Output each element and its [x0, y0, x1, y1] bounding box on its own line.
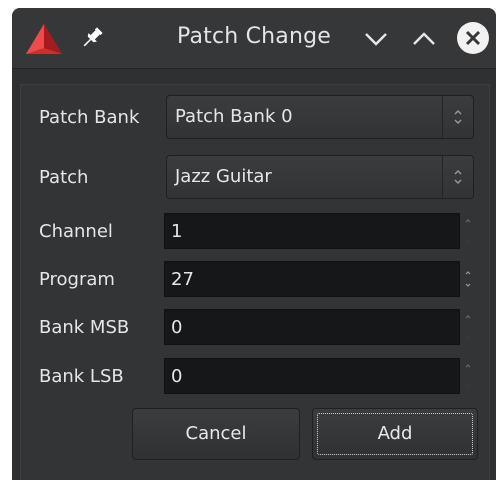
cancel-button[interactable]: Cancel [132, 408, 300, 460]
channel-label: Channel [39, 221, 113, 242]
title-bar[interactable]: Patch Change [12, 8, 496, 69]
channel-spin-arrows-icon[interactable] [462, 213, 474, 249]
program-spinbox[interactable]: 27 [164, 261, 460, 297]
bank-lsb-spin-arrows-icon[interactable] [462, 358, 474, 394]
add-button[interactable]: Add [312, 408, 478, 460]
focus-ring [317, 413, 473, 455]
cancel-button-label: Cancel [185, 423, 247, 444]
patch-select[interactable]: Jazz Guitar [166, 155, 474, 199]
bank-msb-label: Bank MSB [39, 317, 130, 338]
bank-lsb-value: 0 [171, 366, 183, 387]
channel-value: 1 [171, 221, 183, 242]
updown-chevron-icon [442, 156, 462, 198]
minimize-chevron-down-icon[interactable] [360, 23, 392, 55]
program-label: Program [39, 269, 115, 290]
bank-lsb-label: Bank LSB [39, 366, 124, 387]
patch-label: Patch [39, 167, 89, 188]
updown-chevron-icon [442, 96, 462, 138]
channel-spinbox[interactable]: 1 [164, 213, 460, 249]
program-spin-arrows-icon[interactable] [462, 261, 474, 297]
close-icon[interactable] [456, 21, 490, 55]
patch-bank-value: Patch Bank 0 [175, 106, 293, 127]
program-value: 27 [171, 269, 194, 290]
bank-lsb-spinbox[interactable]: 0 [164, 358, 460, 394]
bank-msb-spinbox[interactable]: 0 [164, 309, 460, 345]
patch-value: Jazz Guitar [175, 166, 272, 187]
patch-bank-select[interactable]: Patch Bank 0 [166, 95, 474, 139]
bank-msb-value: 0 [171, 317, 183, 338]
patch-bank-label: Patch Bank [39, 107, 140, 128]
maximize-chevron-up-icon[interactable] [408, 23, 440, 55]
bank-msb-spin-arrows-icon[interactable] [462, 309, 474, 345]
patch-change-dialog: Patch Change Patch Bank Patch Bank 0 Pat… [12, 8, 496, 480]
